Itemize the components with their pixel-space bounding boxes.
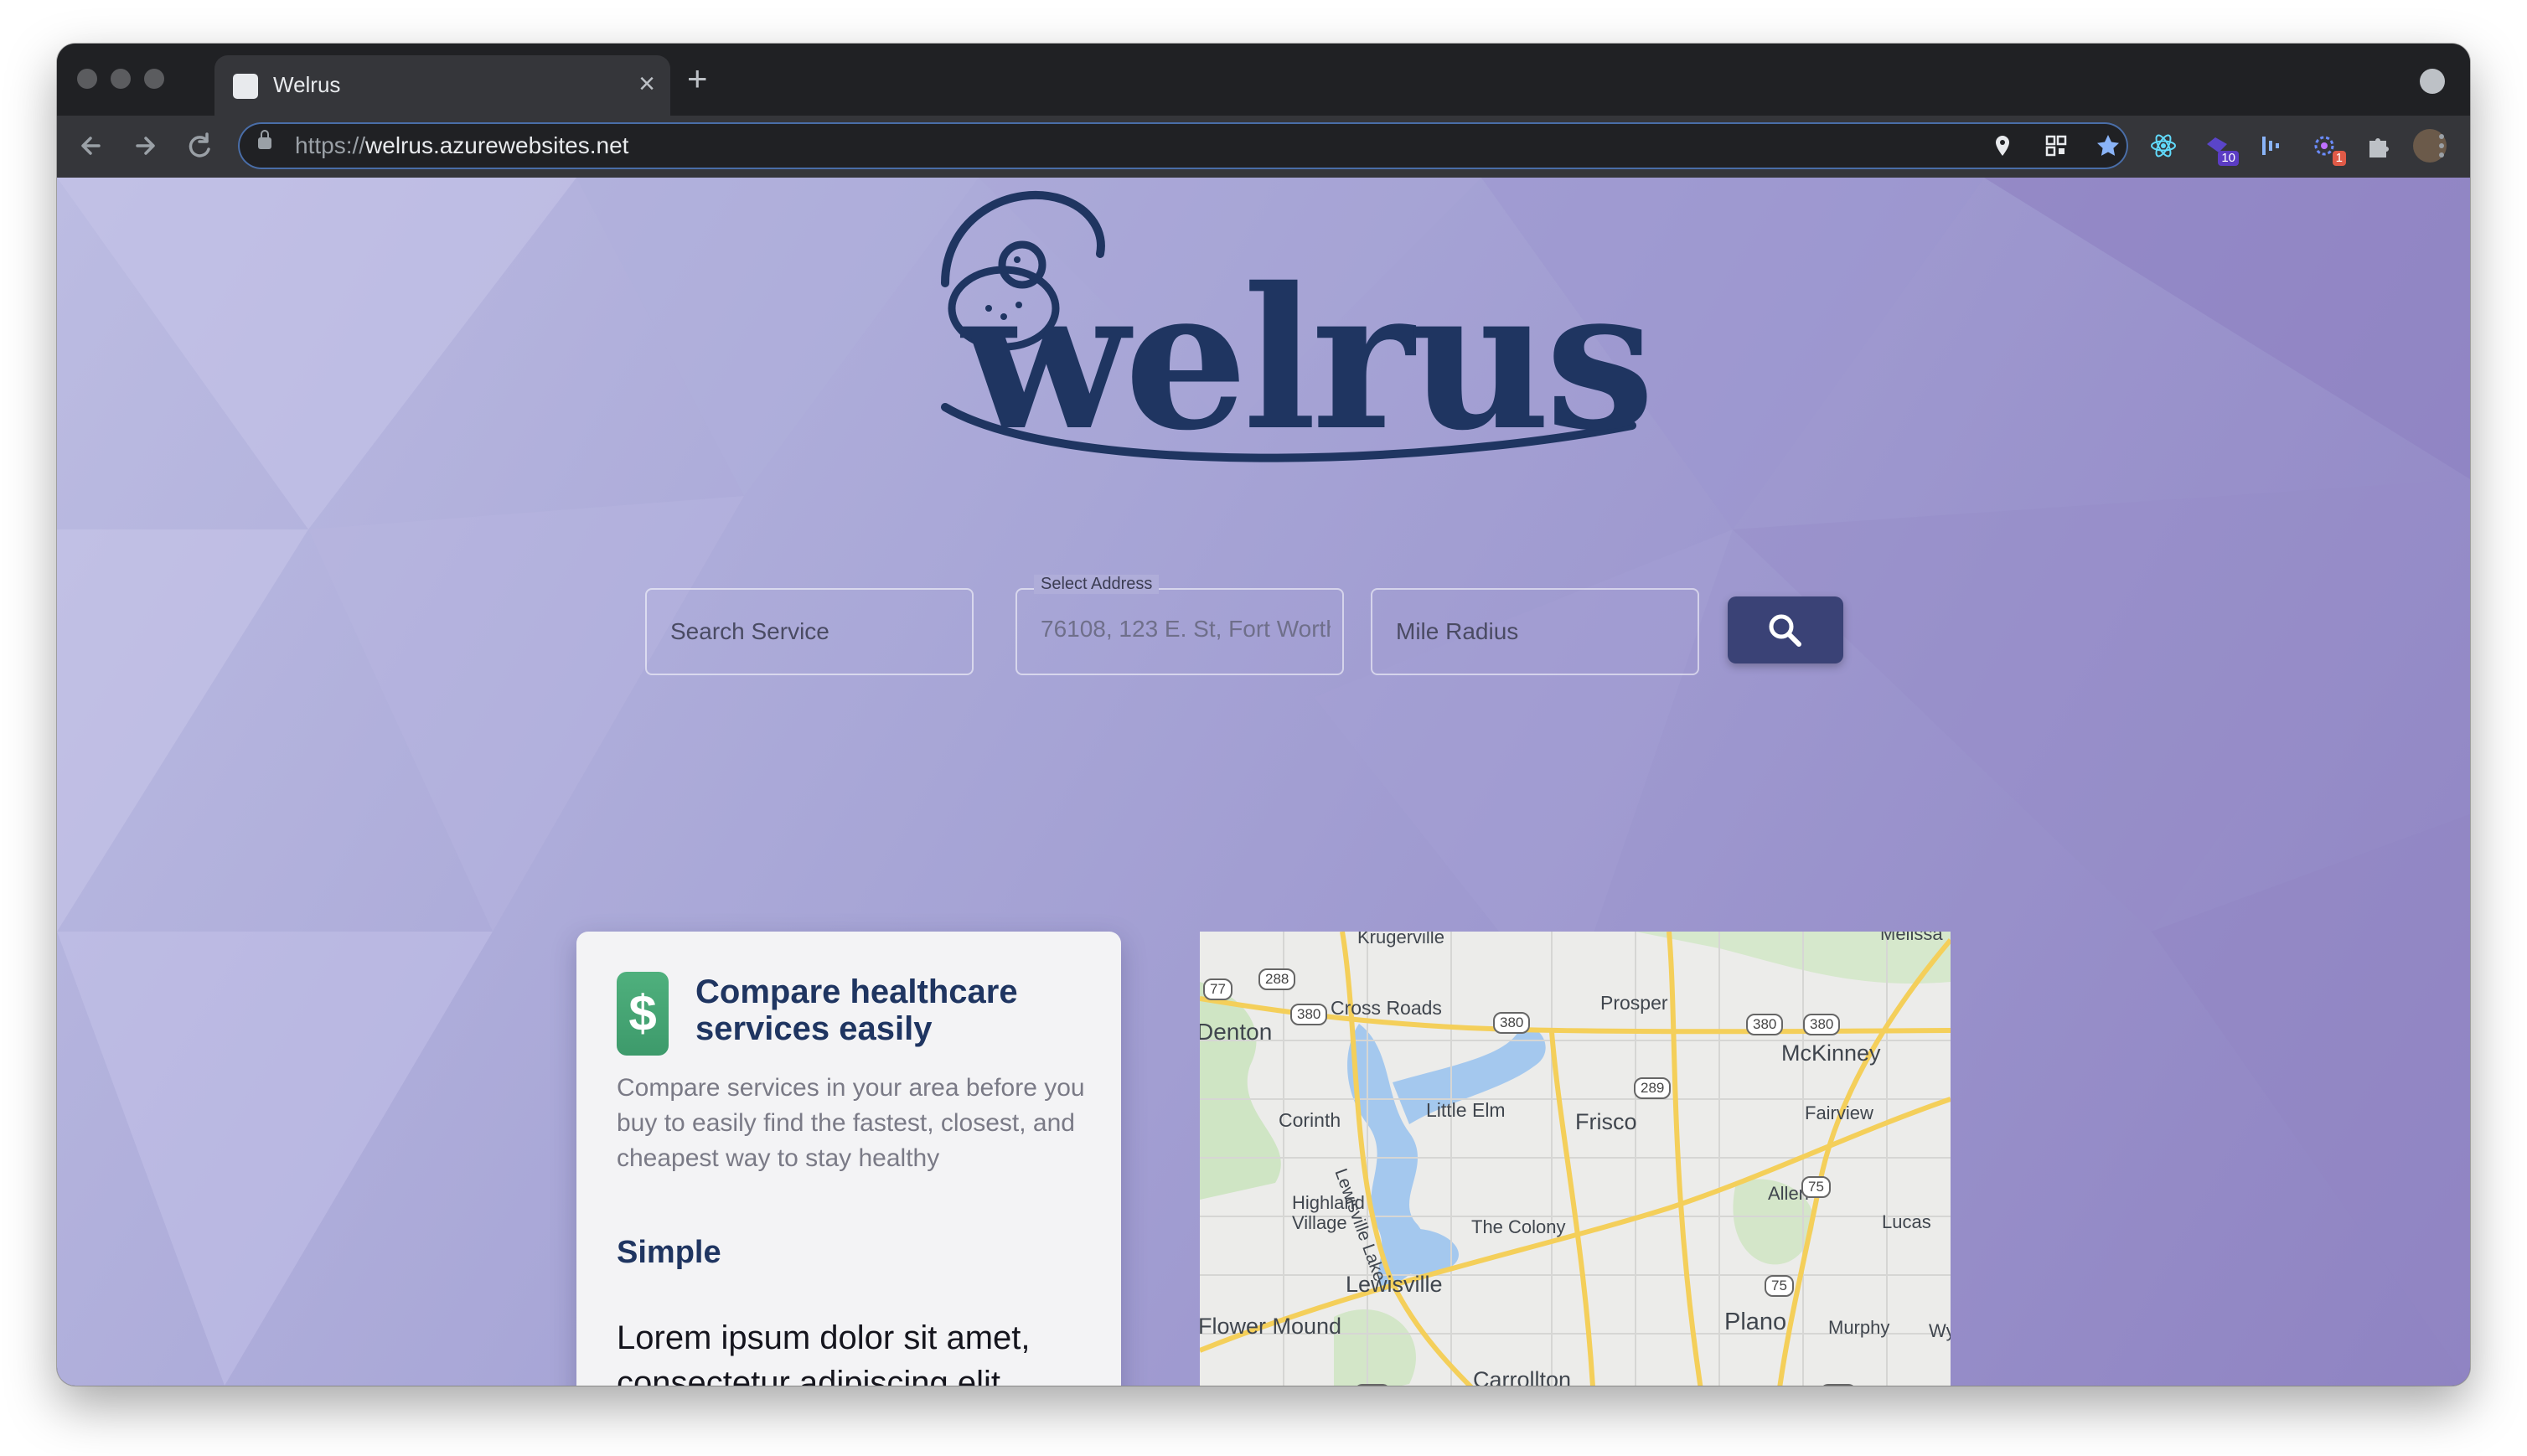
welrus-logo: welrus	[912, 183, 1655, 484]
location-pin-icon[interactable]	[1989, 132, 2016, 159]
lock-icon	[258, 130, 271, 149]
search-service-label: Search Service	[670, 618, 829, 644]
extension-star-badge: 1	[2332, 151, 2346, 166]
map-label-little-elm: Little Elm	[1426, 1099, 1506, 1121]
extension-star-icon[interactable]: 1	[2307, 129, 2346, 166]
back-arrow-icon	[81, 137, 101, 155]
route-shield-121: 121	[1354, 1384, 1392, 1386]
map-label-lucas: Lucas	[1882, 1211, 1931, 1232]
url-text[interactable]: https://welrus.azurewebsites.net	[295, 132, 628, 159]
route-shield-75: 75	[1801, 1176, 1831, 1198]
map-label-denton: Denton	[1200, 1019, 1273, 1045]
map-label-flower-mound: Flower Mound	[1200, 1314, 1342, 1339]
route-shield-288: 288	[1258, 968, 1296, 990]
browser-window: Welrus × + https://welrus.azurewebsites.…	[57, 44, 2470, 1386]
map-label-frisco: Frisco	[1575, 1109, 1637, 1134]
back-button[interactable]	[74, 127, 111, 164]
select-address-legend: Select Address	[1034, 575, 1160, 594]
mile-radius-label: Mile Radius	[1396, 618, 1519, 644]
select-address-field[interactable]: Select Address	[1015, 575, 1344, 675]
card-description: Compare services in your area before you…	[617, 1074, 1085, 1172]
close-window-button[interactable]	[77, 69, 97, 89]
map-label-plano: Plano	[1724, 1309, 1787, 1335]
route-shield-380: 380	[1493, 1012, 1531, 1034]
extension-bars-icon[interactable]	[2254, 129, 2287, 163]
maximize-window-button[interactable]	[144, 69, 164, 89]
forward-button[interactable]	[127, 127, 164, 164]
mile-radius-field[interactable]: Mile Radius	[1371, 588, 1699, 675]
react-devtools-icon[interactable]	[2147, 129, 2180, 163]
map-label-krugerville: Krugerville	[1357, 932, 1444, 947]
route-shield-77: 77	[1203, 978, 1232, 1000]
route-shield-380: 380	[1803, 1014, 1841, 1035]
search-button[interactable]	[1728, 596, 1843, 663]
card-body-text: Lorem ipsum dolor sit amet, consectetur …	[617, 1319, 1031, 1386]
browser-menu-icon[interactable]	[2433, 129, 2450, 166]
map-label-wylie: Wy	[1929, 1320, 1951, 1341]
card-subheading: Simple	[617, 1235, 721, 1270]
puzzle-icon[interactable]	[2361, 129, 2395, 163]
route-shield-380: 380	[1746, 1014, 1784, 1035]
logo-wordmark: welrus	[962, 245, 1655, 473]
map-label-corinth: Corinth	[1279, 1109, 1341, 1131]
card-title: Compare healthcare services easily	[695, 973, 1018, 1047]
bookmark-star-icon[interactable]	[2095, 132, 2121, 159]
qr-code-icon[interactable]	[2043, 132, 2070, 159]
address-bar[interactable]: https://welrus.azurewebsites.net	[238, 122, 2128, 169]
browser-toolbar: https://welrus.azurewebsites.net 10 1	[57, 116, 2470, 178]
area-map[interactable]: Krugerville Melissa Denton Cross Roads P…	[1200, 932, 1951, 1386]
address-input[interactable]	[1039, 615, 1332, 643]
map-label-lewisville: Lewisville	[1346, 1272, 1443, 1297]
route-shield-190: 190	[1820, 1384, 1858, 1386]
page-content: welrus Search Service Select Address Mil…	[57, 178, 2470, 1386]
extension-badge-count: 10	[2218, 151, 2239, 166]
search-service-field[interactable]: Search Service	[645, 588, 974, 675]
tab-welrus[interactable]: Welrus ×	[214, 55, 670, 116]
map-label-highland-village: Highland Village	[1292, 1192, 1365, 1233]
minimize-window-button[interactable]	[111, 69, 131, 89]
map-label-carrollton: Carrollton	[1473, 1367, 1572, 1386]
extension-badge-icon[interactable]: 10	[2200, 129, 2239, 166]
new-tab-button[interactable]: +	[687, 60, 708, 97]
tab-search-menu-icon[interactable]	[2420, 69, 2445, 94]
map-label-murphy: Murphy	[1828, 1317, 1890, 1338]
tab-strip: Welrus × +	[57, 44, 2470, 116]
walrus-favicon-icon	[233, 74, 258, 99]
feature-card: $ Compare healthcare services easily Com…	[576, 932, 1121, 1386]
map-label-cross-roads: Cross Roads	[1331, 997, 1442, 1019]
map-label-the-colony: The Colony	[1471, 1216, 1566, 1237]
reload-button[interactable]	[181, 127, 218, 164]
tab-title: Welrus	[273, 72, 341, 97]
reload-icon	[189, 132, 210, 157]
route-shield-289: 289	[1634, 1077, 1672, 1099]
forward-arrow-icon	[136, 137, 155, 155]
tab-close-icon[interactable]: ×	[638, 69, 655, 99]
route-shield-75: 75	[1765, 1275, 1794, 1297]
map-label-mckinney: McKinney	[1781, 1040, 1881, 1066]
search-icon	[1769, 614, 1801, 647]
map-label-melissa: Melissa	[1880, 932, 1943, 944]
dollar-icon: $	[617, 972, 669, 1056]
map-label-fairview: Fairview	[1805, 1102, 1873, 1123]
route-shield-380: 380	[1290, 1004, 1328, 1025]
map-label-prosper: Prosper	[1600, 992, 1668, 1014]
